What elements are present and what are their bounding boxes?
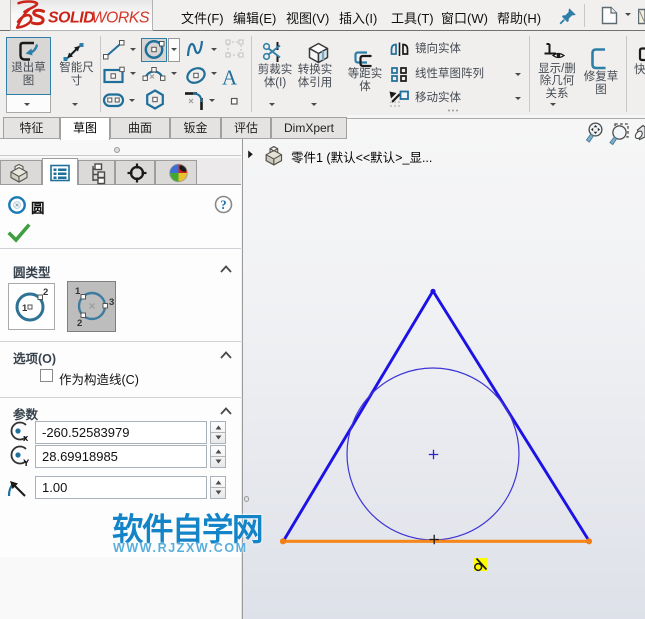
svg-text:Y: Y: [23, 458, 30, 469]
svg-text:A: A: [222, 66, 238, 90]
svg-text:SOLID: SOLID: [48, 10, 94, 27]
svg-text:2: 2: [43, 287, 48, 298]
svg-text:1: 1: [75, 286, 81, 297]
svg-text:x: x: [23, 433, 29, 444]
svg-text:?: ?: [220, 198, 226, 212]
svg-text:WORKS: WORKS: [92, 10, 151, 27]
svg-text:1: 1: [22, 303, 28, 314]
svg-text:3: 3: [109, 297, 114, 308]
svg-text:2: 2: [77, 318, 82, 329]
